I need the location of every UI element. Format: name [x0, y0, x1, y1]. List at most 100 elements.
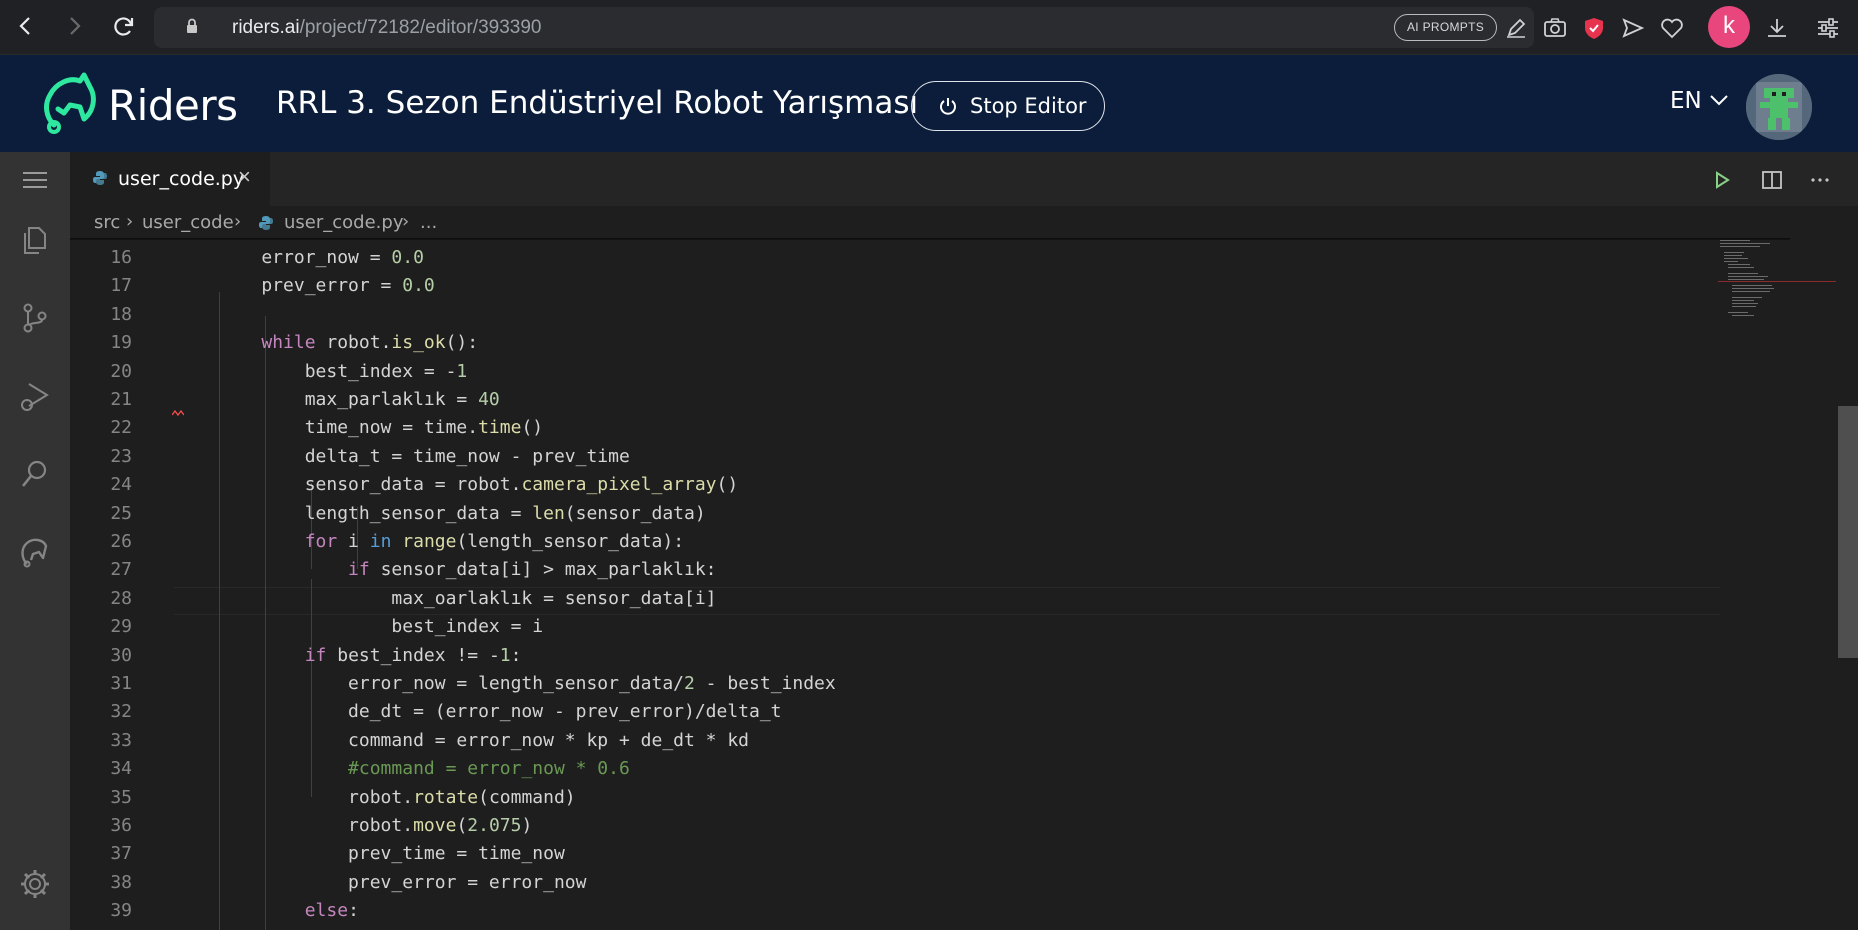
browser-toolbar: riders.ai/project/72182/editor/393390 AI… — [0, 0, 1858, 55]
code-line[interactable]: 38 prev_error = error_now — [70, 869, 1720, 897]
stop-editor-button[interactable]: Stop Editor — [911, 81, 1105, 131]
code-text[interactable]: robot.rotate(command) — [218, 784, 576, 812]
breadcrumb-file[interactable]: user_code.py — [284, 212, 403, 233]
line-number: 24 — [110, 474, 132, 496]
code-text[interactable]: error_now = 0.0 — [218, 244, 424, 272]
code-line[interactable]: 18 — [70, 301, 1720, 329]
code-line[interactable]: 29 best_index = i — [70, 613, 1720, 641]
download-icon[interactable] — [1764, 15, 1790, 41]
run-debug-icon[interactable] — [17, 378, 53, 414]
search-icon[interactable] — [17, 456, 53, 492]
logo-text: Riders — [108, 81, 238, 130]
code-text[interactable]: best_index = i — [218, 613, 543, 641]
warning-squiggle — [172, 409, 184, 417]
code-line[interactable]: 25 length_sensor_data = len(sensor_data) — [70, 500, 1720, 528]
code-text[interactable]: delta_t = time_now - prev_time — [218, 443, 630, 471]
minimap[interactable] — [1718, 240, 1836, 340]
menu-icon[interactable] — [17, 162, 53, 198]
files-icon[interactable] — [17, 222, 53, 258]
reload-icon[interactable] — [110, 12, 138, 40]
code-text[interactable]: max_oarlaklık = sensor_data[i] — [218, 585, 716, 613]
line-number: 32 — [110, 701, 132, 723]
code-line[interactable]: 34 #command = error_now * 0.6 — [70, 755, 1720, 783]
language-selector[interactable]: EN — [1670, 88, 1702, 114]
edit-icon[interactable] — [1503, 15, 1529, 41]
code-text[interactable]: sensor_data = robot.camera_pixel_array() — [218, 471, 739, 499]
code-line[interactable]: 36 robot.move(2.075) — [70, 812, 1720, 840]
ai-prompts-button[interactable]: AI PROMPTS — [1394, 14, 1498, 41]
settings-sliders-icon[interactable] — [1815, 15, 1841, 41]
code-text[interactable]: else: — [218, 897, 359, 925]
code-text[interactable]: best_index = -1 — [218, 358, 468, 386]
code-line[interactable]: 19 while robot.is_ok(): — [70, 329, 1720, 357]
back-icon[interactable] — [12, 12, 40, 40]
breadcrumb-symbol[interactable]: ... — [420, 212, 437, 233]
line-number: 38 — [110, 871, 132, 893]
code-line[interactable]: 26 for i in range(length_sensor_data): — [70, 528, 1720, 556]
code-line[interactable]: 17 prev_error = 0.0 — [70, 272, 1720, 300]
code-text[interactable]: robot.move(2.075) — [218, 812, 532, 840]
code-text[interactable]: prev_error = error_now — [218, 869, 586, 897]
line-number: 30 — [110, 644, 132, 666]
code-line[interactable]: 16 error_now = 0.0 — [70, 244, 1720, 272]
code-text[interactable]: time_now = time.time() — [218, 414, 543, 442]
code-line[interactable]: 30 if best_index != -1: — [70, 642, 1720, 670]
code-line[interactable]: 20 best_index = -1 — [70, 358, 1720, 386]
code-line[interactable]: 35 robot.rotate(command) — [70, 784, 1720, 812]
more-actions-icon[interactable] — [1808, 168, 1832, 192]
source-control-icon[interactable] — [17, 300, 53, 336]
code-text[interactable]: command = error_now * kp + de_dt * kd — [218, 727, 749, 755]
forward-icon[interactable] — [60, 12, 88, 40]
code-line[interactable]: 32 de_dt = (error_now - prev_error)/delt… — [70, 698, 1720, 726]
code-line[interactable]: 24 sensor_data = robot.camera_pixel_arra… — [70, 471, 1720, 499]
close-tab-icon[interactable]: × — [238, 164, 251, 190]
riders-logo-icon[interactable] — [40, 71, 98, 137]
gear-icon[interactable] — [17, 866, 53, 902]
line-number: 27 — [110, 559, 132, 581]
code-text[interactable]: for i in range(length_sensor_data): — [218, 528, 684, 556]
chevron-down-icon[interactable] — [1709, 93, 1729, 107]
code-text[interactable]: error_now = length_sensor_data/2 - best_… — [218, 670, 836, 698]
camera-icon[interactable] — [1542, 15, 1568, 41]
code-line[interactable]: 21 max_parlaklık = 40 — [70, 386, 1720, 414]
code-text[interactable]: if sensor_data[i] > max_parlaklık: — [218, 556, 716, 584]
code-line[interactable]: 28 max_oarlaklık = sensor_data[i] — [70, 585, 1720, 613]
code-text[interactable]: prev_error = 0.0 — [218, 272, 434, 300]
code-line[interactable]: 33 command = error_now * kp + de_dt * kd — [70, 727, 1720, 755]
line-number: 19 — [110, 332, 132, 354]
url-text: riders.ai/project/72182/editor/393390 — [232, 17, 542, 38]
breadcrumb-src[interactable]: src — [94, 212, 120, 233]
code-text[interactable]: max_parlaklık = 40 — [218, 386, 500, 414]
code-text[interactable]: if best_index != -1: — [218, 642, 522, 670]
line-number: 25 — [110, 502, 132, 524]
tab-label: user_code.py — [118, 168, 245, 190]
chevron-right-icon: › — [234, 211, 242, 232]
code-text[interactable]: #command = error_now * 0.6 — [218, 755, 630, 783]
code-text[interactable]: prev_time = time_now — [218, 840, 565, 868]
split-editor-icon[interactable] — [1760, 168, 1784, 192]
riders-extension-icon[interactable] — [17, 534, 53, 570]
code-text[interactable]: de_dt = (error_now - prev_error)/delta_t — [218, 698, 782, 726]
user-avatar[interactable] — [1746, 74, 1812, 140]
run-icon[interactable] — [1710, 168, 1734, 192]
line-number: 29 — [110, 616, 132, 638]
code-line[interactable]: 31 error_now = length_sensor_data/2 - be… — [70, 670, 1720, 698]
code-editor[interactable]: 16 error_now = 0.0 17 prev_error = 0.0 18 1… — [70, 240, 1858, 930]
line-number: 17 — [110, 275, 132, 297]
shield-icon[interactable] — [1581, 15, 1607, 41]
tab-user-code[interactable]: user_code.py × — [70, 152, 270, 206]
code-line[interactable]: 39 else: — [70, 897, 1720, 925]
code-line[interactable]: 22 time_now = time.time() — [70, 414, 1720, 442]
code-line[interactable]: 27 if sensor_data[i] > max_parlaklık: — [70, 556, 1720, 584]
profile-avatar[interactable]: k — [1708, 6, 1750, 48]
heart-icon[interactable] — [1659, 15, 1685, 41]
breadcrumb-folder[interactable]: user_code — [142, 212, 234, 233]
code-text[interactable]: while robot.is_ok(): — [218, 329, 478, 357]
scrollbar-thumb[interactable] — [1838, 406, 1858, 658]
send-icon[interactable] — [1620, 15, 1646, 41]
address-bar[interactable]: riders.ai/project/72182/editor/393390 — [154, 7, 1534, 48]
code-line[interactable]: 23 delta_t = time_now - prev_time — [70, 443, 1720, 471]
code-text[interactable]: length_sensor_data = len(sensor_data) — [218, 500, 706, 528]
line-number: 35 — [110, 786, 132, 808]
code-line[interactable]: 37 prev_time = time_now — [70, 840, 1720, 868]
